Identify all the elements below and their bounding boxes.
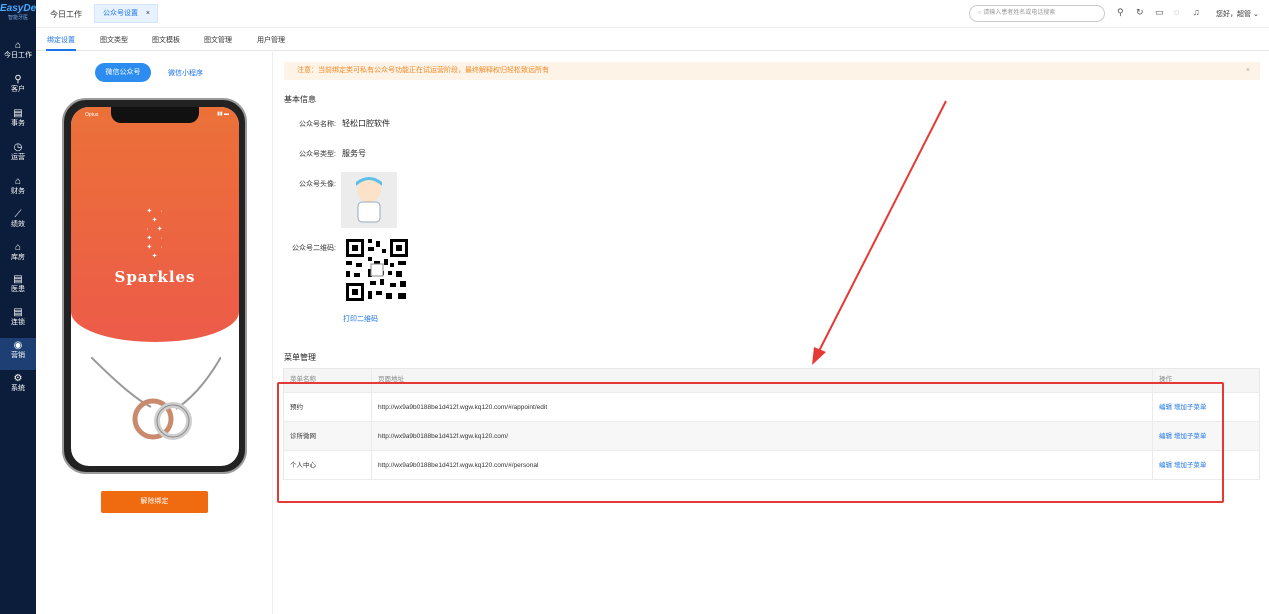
account-avatar-image <box>341 172 397 228</box>
brand-name: Sparkles <box>114 268 196 286</box>
sidebar-item-today[interactable]: ⌂ 今日工作 <box>0 38 36 70</box>
user-menu[interactable]: 您好，超管 ⌄ <box>1216 9 1259 19</box>
chat-icon[interactable]: ◌ <box>1174 7 1179 17</box>
user-icon[interactable]: ⚲ <box>1117 7 1124 18</box>
tab-article-type[interactable]: 图文类型 <box>100 35 128 45</box>
active-tab-indicator <box>46 49 76 51</box>
tab-wechat-settings[interactable]: 公众号设置 × <box>94 4 158 23</box>
marketing-icon: ◉ <box>13 340 23 351</box>
close-icon[interactable]: × <box>1246 62 1250 80</box>
search-input[interactable]: ○ 请输入患者姓名或电话搜索 <box>969 5 1105 22</box>
search-placeholder: 请输入患者姓名或电话搜索 <box>983 10 1056 16</box>
logo: EasyDent 智能牙医 <box>0 3 46 22</box>
chevron-down-icon: ⌄ <box>1252 11 1259 18</box>
logo-subtext: 智能牙医 <box>7 15 28 21</box>
sidebar-item-customer[interactable]: ⚲ 客户 <box>0 72 36 104</box>
home-icon: ⌂ <box>14 40 22 51</box>
unbind-button[interactable]: 解除绑定 <box>101 491 208 513</box>
close-icon[interactable]: × <box>146 5 150 22</box>
account-type-label: 公众号类型: <box>299 151 336 158</box>
refresh-icon[interactable]: ↻ <box>1136 7 1144 18</box>
print-qr-link[interactable]: 打印二维码 <box>343 314 378 324</box>
tab-article-template[interactable]: 图文模板 <box>152 35 180 45</box>
tab-binding-settings[interactable]: 绑定设置 <box>47 35 75 45</box>
tab-article-management[interactable]: 图文管理 <box>204 35 232 45</box>
necklace-image <box>91 357 221 440</box>
chart-icon: ⟋ <box>14 209 22 220</box>
sidebar-item-marketing[interactable]: ◉ 营销 <box>0 338 36 370</box>
doc-icon: ▤ <box>13 274 23 285</box>
wechat-official-account-button[interactable]: 微信公众号 <box>95 63 151 82</box>
sidebar: EasyDent 智能牙医 ⌂ 今日工作 ⚲ 客户 ▤ 事务 ◷ 运营 ⌂ 财务 ⟋ 绩效 … <box>0 0 46 614</box>
sidebar-item-chain[interactable]: ▤ 连锁 <box>0 305 36 337</box>
phone-notch <box>111 107 199 123</box>
sparkle-icon: ✦ · ✦ · ✦ ✦ · ✦ · ✦ <box>146 208 166 260</box>
notice-text: 注意：当前绑定类可私有公众号功能正在试运营阶段，最终解释权归轻松致远所有 <box>297 67 549 74</box>
search-icon: ○ <box>978 10 982 16</box>
doc-icon: ▤ <box>13 307 23 318</box>
clock-icon: ◷ <box>13 142 23 153</box>
bell-icon[interactable]: ♫ <box>1193 7 1200 17</box>
top-bar: 今日工作 公众号设置 × ○ 请输入患者姓名或电话搜索 ⚲ ↻ ▭ ◌ ♫ 您好… <box>36 0 1269 28</box>
account-avatar-label: 公众号头像: <box>299 181 336 188</box>
account-name-value: 轻松口腔软件 <box>342 119 390 128</box>
tab-label: 公众号设置 <box>103 10 138 17</box>
qr-code-image <box>342 235 412 305</box>
wechat-mini-program-button[interactable]: 微信小程序 <box>168 68 203 78</box>
sidebar-item-warehouse[interactable]: ⌂ 库房 <box>0 240 36 272</box>
warehouse-icon: ⌂ <box>14 242 22 253</box>
sidebar-item-system[interactable]: ⚙ 系统 <box>0 371 36 403</box>
sidebar-item-finance[interactable]: ⌂ 财务 <box>0 174 36 206</box>
sub-navigation: 绑定设置 图文类型 图文模板 图文管理 用户管理 <box>36 29 1269 51</box>
basic-info-title: 基本信息 <box>284 95 316 104</box>
carrier-label: Optus <box>85 112 99 118</box>
battery-icon: ▮▮ ▬ <box>217 111 229 117</box>
phone-screen: Optus ▮▮ ▬ ✦ · ✦ · ✦ ✦ · ✦ · ✦ Sparkles <box>71 107 239 466</box>
account-type-value: 服务号 <box>342 149 366 158</box>
sidebar-item-performance[interactable]: ⟋ 绩效 <box>0 207 36 239</box>
sidebar-item-affairs[interactable]: ▤ 事务 <box>0 106 36 138</box>
notice-banner: 注意：当前绑定类可私有公众号功能正在试运营阶段，最终解释权归轻松致远所有 × <box>284 62 1260 80</box>
user-icon: ⚲ <box>14 74 22 85</box>
annotation-highlight-box <box>277 382 1224 503</box>
logo-text: EasyDent <box>0 3 46 14</box>
tab-user-management[interactable]: 用户管理 <box>257 35 285 45</box>
doc-icon: ▤ <box>13 108 23 119</box>
phone-preview-panel: 微信公众号 微信小程序 Optus ▮▮ ▬ ✦ · ✦ · ✦ ✦ · ✦ · ✦… <box>36 52 273 614</box>
menu-management-title: 菜单管理 <box>284 353 316 362</box>
phone-mockup: Optus ▮▮ ▬ ✦ · ✦ · ✦ ✦ · ✦ · ✦ Sparkles <box>62 98 247 474</box>
finance-icon: ⌂ <box>14 176 22 187</box>
gear-icon: ⚙ <box>13 373 23 384</box>
sidebar-item-operation[interactable]: ◷ 运营 <box>0 140 36 172</box>
message-icon[interactable]: ▭ <box>1155 7 1164 18</box>
tab-today[interactable]: 今日工作 <box>50 9 82 20</box>
account-name-label: 公众号名称: <box>299 121 336 128</box>
sidebar-item-patients[interactable]: ▤ 医患 <box>0 272 36 304</box>
qr-code-label: 公众号二维码: <box>292 245 336 252</box>
